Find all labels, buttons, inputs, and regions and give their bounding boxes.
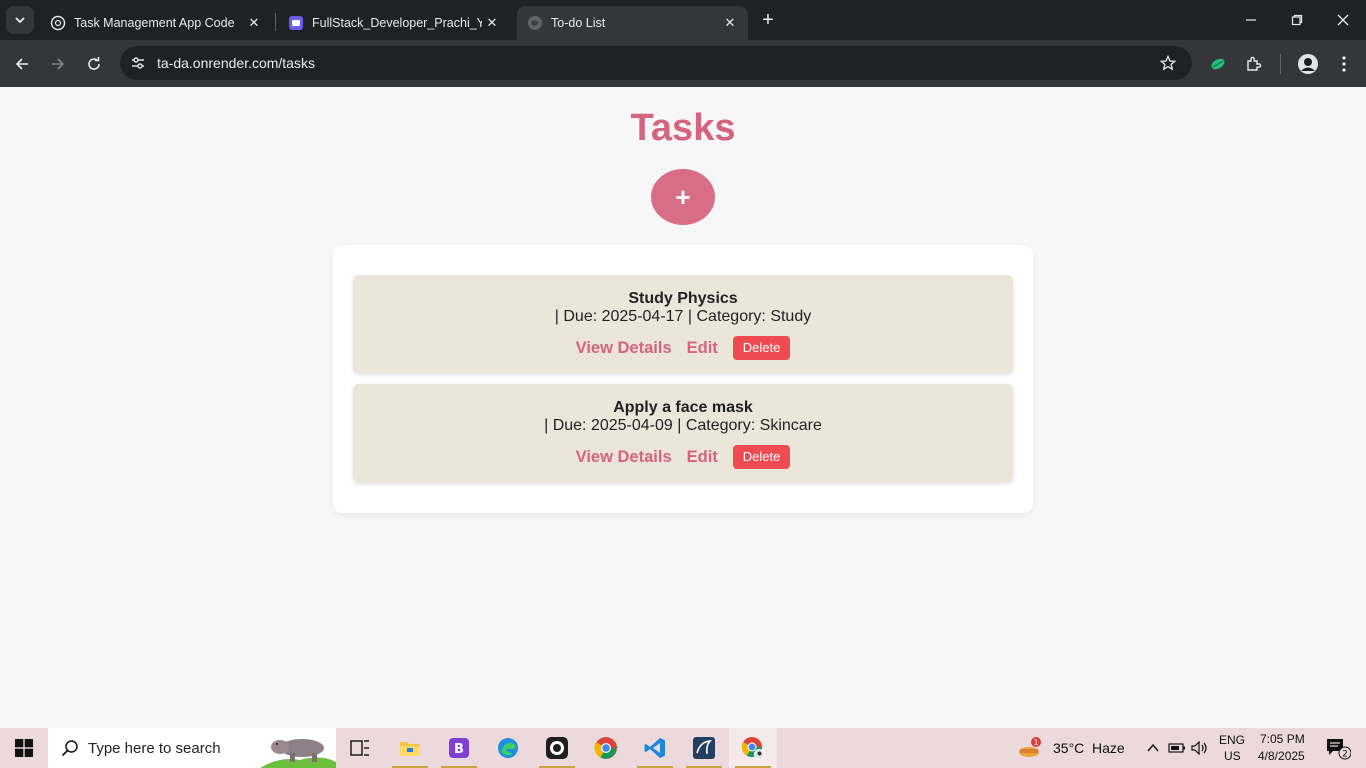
search-highlight-hippo-image [260,739,336,768]
close-tab-icon[interactable]: ✕ [720,13,740,33]
task-card: Study Physics | Due: 2025-04-17 | Catego… [353,275,1013,373]
toolbar-divider [1280,54,1281,74]
task-meta: | Due: 2025-04-17 | Category: Study [554,308,812,325]
extension-leaf-icon[interactable] [1204,50,1232,78]
notification-count: 2 [1342,750,1348,760]
taskbar-search-box[interactable]: Type here to search [48,728,336,768]
delete-button[interactable]: Delete [732,336,791,360]
forward-icon[interactable] [44,50,72,78]
windows-taskbar: Type here to search B 1 35°C Haze ENG US… [0,728,1366,768]
task-view-icon[interactable] [336,728,384,768]
task-list-panel: Study Physics | Due: 2025-04-17 | Catego… [333,245,1033,513]
search-icon [60,738,80,758]
github-desktop-icon[interactable] [533,728,581,768]
volume-icon[interactable] [1189,728,1211,768]
task-name: Apply a face mask [613,399,753,416]
task-actions: View Details Edit Delete [353,445,1013,469]
bookmark-star-icon[interactable] [1156,51,1180,75]
view-details-link[interactable]: View Details [576,339,672,358]
new-tab-icon[interactable]: + [756,8,780,32]
extensions-puzzle-icon[interactable] [1240,50,1268,78]
weather-desc[interactable]: Haze [1092,740,1125,756]
vscode-icon[interactable] [631,728,679,768]
weather-temp[interactable]: 35°C [1053,740,1084,756]
windows-start-icon[interactable] [0,728,48,768]
document-icon [288,15,304,31]
tab-search-button[interactable] [6,6,34,34]
view-details-link[interactable]: View Details [576,448,672,467]
browser-toolbar: ta-da.onrender.com/tasks [0,40,1366,87]
edge-browser-icon[interactable] [484,728,532,768]
close-tab-icon[interactable]: ✕ [482,13,502,33]
task-actions: View Details Edit Delete [353,336,1013,360]
reload-icon[interactable] [80,50,108,78]
clock-time[interactable]: 7:05 PM [1260,732,1305,746]
tab-title: To-do List [551,16,606,30]
browser-tab-bar: Task Management App Code ✕ FullStack_Dev… [0,0,1366,40]
battery-icon[interactable] [1166,728,1188,768]
openai-icon [50,15,66,31]
tab-fullstack-developer[interactable]: FullStack_Developer_Prachi_Yadav ✕ [278,6,510,40]
url-text: ta-da.onrender.com/tasks [157,55,315,71]
close-tab-icon[interactable]: ✕ [244,13,264,33]
page-title: Tasks [630,107,736,149]
task-name: Study Physics [628,290,738,307]
minimize-icon[interactable] [1228,0,1274,40]
task-meta: | Due: 2025-04-09 | Category: Skincare [544,417,822,434]
close-window-icon[interactable] [1320,0,1366,40]
site-info-icon[interactable] [128,53,148,73]
profile-avatar-icon[interactable] [1294,50,1322,78]
mysql-workbench-icon[interactable] [680,728,728,768]
clock-date[interactable]: 4/8/2025 [1258,749,1305,763]
menu-kebab-icon[interactable] [1330,50,1358,78]
tab-todo-list[interactable]: To-do List ✕ [517,6,748,40]
restore-icon[interactable] [1274,0,1320,40]
chevron-up-icon[interactable] [1142,728,1164,768]
tab-divider [275,13,276,31]
notification-center-icon[interactable]: 2 [1318,728,1358,768]
delete-button[interactable]: Delete [732,445,791,469]
tab-title: Task Management App Code [74,16,235,30]
file-explorer-icon[interactable] [386,728,434,768]
address-bar[interactable]: ta-da.onrender.com/tasks [120,46,1192,80]
chevron-down-icon [15,17,25,24]
edit-link[interactable]: Edit [687,448,718,467]
weather-icon[interactable]: 1 [1010,728,1050,768]
globe-icon [527,15,543,31]
add-task-button[interactable]: + [651,169,715,225]
input-language[interactable]: ENG [1219,733,1245,747]
svg-text:B: B [454,742,464,757]
page-content: Tasks + Study Physics | Due: 2025-04-17 … [0,87,1366,728]
tab-task-management[interactable]: Task Management App Code ✕ [40,6,272,40]
input-region[interactable]: US [1224,749,1241,763]
weather-badge: 1 [1033,738,1038,747]
edit-link[interactable]: Edit [687,339,718,358]
task-card: Apply a face mask | Due: 2025-04-09 | Ca… [353,384,1013,482]
chrome-profile-icon[interactable] [729,728,777,768]
back-icon[interactable] [8,50,36,78]
bootstrap-studio-icon[interactable]: B [435,728,483,768]
search-placeholder: Type here to search [88,739,221,757]
tab-title: FullStack_Developer_Prachi_Yadav [312,16,482,30]
chrome-icon[interactable] [582,728,630,768]
